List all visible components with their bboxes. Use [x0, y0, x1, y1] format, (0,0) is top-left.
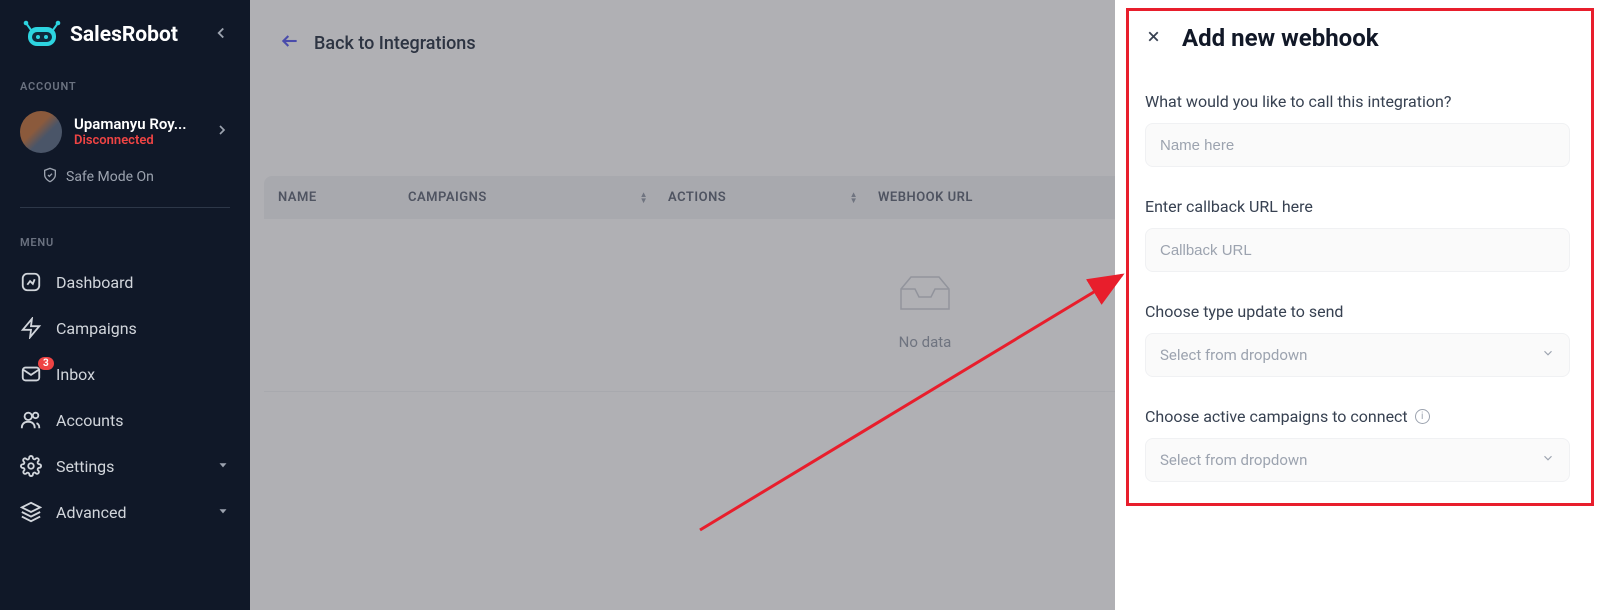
- avatar: [20, 111, 62, 153]
- sidebar-item-settings[interactable]: Settings: [0, 443, 250, 489]
- select-placeholder: Select from dropdown: [1160, 346, 1307, 364]
- close-drawer-button[interactable]: [1145, 28, 1162, 49]
- sidebar-item-inbox[interactable]: Inbox 3: [0, 351, 250, 397]
- callback-url-label: Enter callback URL here: [1145, 197, 1570, 216]
- chevron-right-icon: [214, 122, 230, 142]
- brand-name: SalesRobot: [70, 23, 178, 47]
- safe-mode-status: Safe Mode On: [0, 161, 250, 193]
- inbox-badge: 3: [38, 357, 54, 370]
- sidebar: SalesRobot ACCOUNT Upamanyu Roy... Disco…: [0, 0, 250, 610]
- chevron-down-icon: [216, 503, 230, 522]
- campaigns-icon: [20, 317, 42, 339]
- update-type-label: Choose type update to send: [1145, 302, 1570, 321]
- sidebar-item-label: Inbox: [56, 365, 95, 384]
- sidebar-item-accounts[interactable]: Accounts: [0, 397, 250, 443]
- sidebar-item-dashboard[interactable]: Dashboard: [0, 259, 250, 305]
- chevron-down-icon: [1541, 451, 1555, 469]
- robot-icon: [20, 18, 64, 52]
- active-campaigns-select[interactable]: Select from dropdown: [1145, 438, 1570, 482]
- account-section-label: ACCOUNT: [0, 66, 250, 103]
- menu-section-label: MENU: [0, 222, 250, 259]
- select-placeholder: Select from dropdown: [1160, 451, 1307, 469]
- update-type-select[interactable]: Select from dropdown: [1145, 333, 1570, 377]
- layers-icon: [20, 501, 42, 523]
- sidebar-item-label: Accounts: [56, 411, 123, 430]
- gear-icon: [20, 455, 42, 477]
- info-icon[interactable]: i: [1415, 409, 1430, 424]
- safe-mode-label: Safe Mode On: [66, 169, 154, 185]
- sidebar-item-label: Settings: [56, 457, 114, 476]
- divider: [20, 207, 230, 208]
- sidebar-item-label: Advanced: [56, 503, 127, 522]
- integration-name-input[interactable]: [1145, 123, 1570, 167]
- add-webhook-drawer: Add new webhook What would you like to c…: [1115, 0, 1600, 610]
- chevron-down-icon: [216, 457, 230, 476]
- integration-name-label: What would you like to call this integra…: [1145, 92, 1570, 111]
- drawer-title: Add new webhook: [1182, 24, 1379, 52]
- sidebar-item-campaigns[interactable]: Campaigns: [0, 305, 250, 351]
- account-status: Disconnected: [74, 133, 202, 149]
- account-block[interactable]: Upamanyu Roy... Disconnected: [0, 103, 250, 161]
- sidebar-item-label: Dashboard: [56, 273, 133, 292]
- callback-url-input[interactable]: [1145, 228, 1570, 272]
- collapse-sidebar-button[interactable]: [212, 24, 230, 46]
- shield-check-icon: [42, 167, 58, 187]
- dashboard-icon: [20, 271, 42, 293]
- sidebar-item-advanced[interactable]: Advanced: [0, 489, 250, 535]
- account-name: Upamanyu Roy...: [74, 115, 202, 133]
- chevron-down-icon: [1541, 346, 1555, 364]
- active-campaigns-label: Choose active campaigns to connect i: [1145, 407, 1570, 426]
- brand-logo[interactable]: SalesRobot: [20, 18, 212, 52]
- sidebar-item-label: Campaigns: [56, 319, 137, 338]
- accounts-icon: [20, 409, 42, 431]
